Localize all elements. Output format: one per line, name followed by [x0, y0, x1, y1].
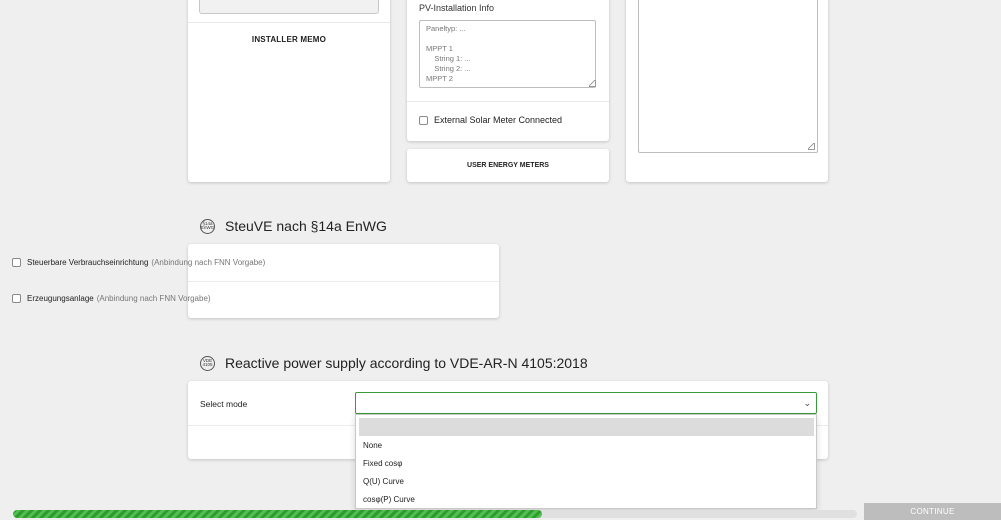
installer-memo-button[interactable]: INSTALLER MEMO — [188, 35, 390, 44]
divider — [407, 101, 609, 102]
select-mode-label: Select mode — [200, 399, 248, 409]
option-qu-curve[interactable]: Q(U) Curve — [356, 474, 816, 490]
steuve-badge-icon: §14a EnWG — [200, 218, 215, 234]
option-empty[interactable] — [359, 418, 814, 436]
steuerbare-verbrauchseinrichtung-checkbox[interactable] — [12, 258, 21, 267]
pv-installation-title: PV-Installation Info — [419, 3, 495, 13]
installer-field[interactable] — [199, 0, 379, 14]
chevron-down-icon[interactable]: ⌄ — [803, 398, 811, 409]
steuve-section-header: §14a EnWG SteuVE nach §14a EnWG — [200, 218, 387, 234]
option-none[interactable]: None — [356, 438, 816, 454]
steuerbare-verbrauchseinrichtung-row[interactable]: Steuerbare Verbrauchseinrichtung (Anbind… — [12, 258, 265, 267]
resize-handle-icon[interactable] — [589, 80, 596, 87]
vde-section-header: VDE 4105 Reactive power supply according… — [200, 355, 588, 371]
divider — [188, 22, 390, 23]
installer-card: INSTALLER MEMO — [188, 0, 390, 182]
notes-card — [626, 0, 828, 182]
pv-installation-card: PV-Installation Info Paneltyp: ... MPPT … — [407, 0, 609, 141]
divider — [188, 281, 499, 282]
notes-textarea[interactable] — [638, 0, 818, 153]
continue-button[interactable]: CONTINUE — [864, 503, 1001, 520]
select-mode-dropdown[interactable]: ⌄ — [355, 392, 817, 414]
steuve-section-title: SteuVE nach §14a EnWG — [225, 218, 387, 234]
continue-label: CONTINUE — [910, 507, 955, 516]
vde-badge-icon: VDE 4105 — [200, 355, 215, 371]
erzeugungsanlage-row[interactable]: Erzeugungsanlage (Anbindung nach FNN Vor… — [12, 294, 211, 303]
external-solar-meter-checkbox[interactable] — [419, 115, 428, 125]
vde-section-title: Reactive power supply according to VDE-A… — [225, 355, 588, 371]
progress-bar-fill — [13, 510, 543, 518]
user-energy-meters-button[interactable]: USER ENERGY METERS — [407, 149, 609, 182]
erzeugungsanlage-note: (Anbindung nach FNN Vorgabe) — [96, 294, 211, 303]
option-fixed-cosphi[interactable]: Fixed cosφ — [356, 456, 816, 472]
pv-installation-textarea[interactable]: Paneltyp: ... MPPT 1 String 1: ... Strin… — [419, 20, 596, 88]
progress-bar — [13, 510, 857, 518]
user-energy-meters-label: USER ENERGY METERS — [467, 162, 549, 169]
erzeugungsanlage-checkbox[interactable] — [12, 294, 21, 303]
resize-handle-icon[interactable] — [808, 143, 815, 150]
steuerbare-verbrauchseinrichtung-note: (Anbindung nach FNN Vorgabe) — [151, 258, 266, 267]
select-mode-options: None Fixed cosφ Q(U) Curve cosφ(P) Curve — [355, 414, 817, 509]
erzeugungsanlage-label: Erzeugungsanlage — [27, 294, 94, 303]
steuerbare-verbrauchseinrichtung-label: Steuerbare Verbrauchseinrichtung — [27, 258, 149, 267]
external-solar-meter-label: External Solar Meter Connected — [434, 115, 563, 125]
external-solar-meter-row[interactable]: External Solar Meter Connected — [419, 115, 562, 125]
option-cosphi-p-curve[interactable]: cosφ(P) Curve — [356, 492, 816, 508]
